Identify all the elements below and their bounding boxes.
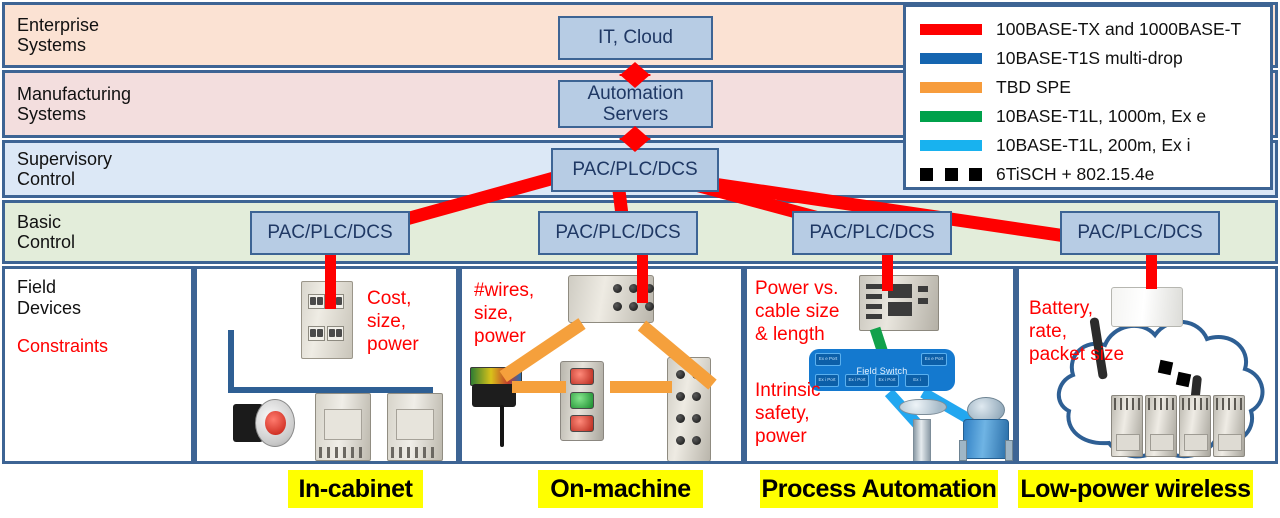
constraint-text-cabinet: Cost, size, power [367,288,419,356]
legend-label-4: 10BASE-T1L, 200m, Ex i [996,135,1191,155]
constraint-text-process-bottom: Intrinsic safety, power [755,380,821,448]
process-plc-switch-icon [859,275,939,331]
spe-link-bottom-left [512,381,566,393]
red-drop-machine [637,253,648,303]
legend-swatch-10base-t1s [920,53,982,64]
process-flowmeter-icon [959,397,1013,461]
legend-label-1: 10BASE-T1S multi-drop [996,48,1183,68]
spe-link-bottom-right [610,381,672,393]
legend-label-5: 6TiSCH + 802.15.4e [996,164,1155,184]
field-switch-port-6: Ex i [905,374,929,387]
category-tag-on-machine: On-machine [538,470,703,508]
legend-swatch-tbd-spe [920,82,982,93]
constraints-label: Constraints [17,336,109,357]
wireless-rtu-bank-icon [1111,395,1245,457]
node-basic-pac-1[interactable]: PAC/PLC/DCS [250,211,410,255]
category-tag-low-power-wireless: Low-power wireless [1018,470,1253,508]
field-switch-graphic: Field Switch Ex e Port Ex e Port Ex i Po… [809,349,955,391]
legend-item-0: 100BASE-TX and 1000BASE-T [906,15,1270,44]
constraint-text-wireless: Battery, rate, packet size [1029,298,1125,366]
constraint-text-machine: #wires, size, power [474,280,535,348]
cabinet-contactor-icon-1 [315,393,371,461]
machine-indicator-stack-icon [560,361,604,441]
node-supervisory-pac[interactable]: PAC/PLC/DCS [551,148,719,192]
field-switch-port-4: Ex i Port [845,374,869,387]
category-tag-process-automation: Process Automation [760,470,998,508]
panel-on-machine: #wires, size, power [459,266,744,464]
red-drop-cabinet [325,253,336,309]
red-drop-wireless [1146,253,1157,289]
node-basic-pac-4[interactable]: PAC/PLC/DCS [1060,211,1220,255]
field-switch-port-2: Ex e Port [921,353,947,366]
wireless-hop-dot-2 [1175,371,1192,388]
node-basic-pac-2[interactable]: PAC/PLC/DCS [538,211,698,255]
legend-swatch-6tisch [920,168,982,181]
diagram-root: Enterprise Systems Manufacturing Systems… [0,0,1280,518]
legend-swatch-100base-tx [920,24,982,35]
cabinet-pushbutton-icon [233,397,295,449]
field-switch-port-1: Ex e Port [815,353,841,366]
legend-item-2: TBD SPE [906,73,1270,102]
legend-swatch-10base-t1l-1000m [920,111,982,122]
legend-swatch-10base-t1l-200m [920,140,982,151]
legend-item-1: 10BASE-T1S multi-drop [906,44,1270,73]
constraint-text-process-top: Power vs. cable size & length [755,278,840,346]
cabinet-contactor-icon-2 [387,393,443,461]
process-transmitter-stem [913,419,931,461]
category-tag-in-cabinet: In-cabinet [288,470,423,508]
wireless-hop-dot-1 [1157,359,1174,376]
level-label-enterprise: Enterprise Systems [17,14,100,55]
field-devices-title: Field Devices [17,277,82,318]
node-it-cloud[interactable]: IT, Cloud [558,16,713,60]
level-label-manufacturing: Manufacturing Systems [17,83,132,124]
arrow-it-to-automation [619,62,651,88]
arrow-automation-to-supervisory [619,126,651,152]
level-label-supervisory: Supervisory Control [17,148,113,189]
field-devices-label-panel: Field Devices Constraints [2,266,194,464]
red-drop-process [882,253,893,291]
legend-label-2: TBD SPE [996,77,1071,97]
panel-process-automation: Power vs. cable size & length Intrinsic … [744,266,1016,464]
panel-low-power-wireless: Battery, rate, packet size [1016,266,1278,464]
legend-item-4: 10BASE-T1L, 200m, Ex i [906,131,1270,160]
level-label-basic: Basic Control [17,211,76,252]
legend-label-0: 100BASE-TX and 1000BASE-T [996,19,1242,39]
node-basic-pac-3[interactable]: PAC/PLC/DCS [792,211,952,255]
field-switch-port-5: Ex i Port [875,374,899,387]
legend-label-3: 10BASE-T1L, 1000m, Ex e [996,106,1207,126]
machine-plug-cable [500,405,504,447]
legend-item-5: 6TiSCH + 802.15.4e [906,160,1270,189]
legend-item-3: 10BASE-T1L, 1000m, Ex e [906,102,1270,131]
legend-panel: 100BASE-TX and 1000BASE-T 10BASE-T1S mul… [903,4,1273,190]
